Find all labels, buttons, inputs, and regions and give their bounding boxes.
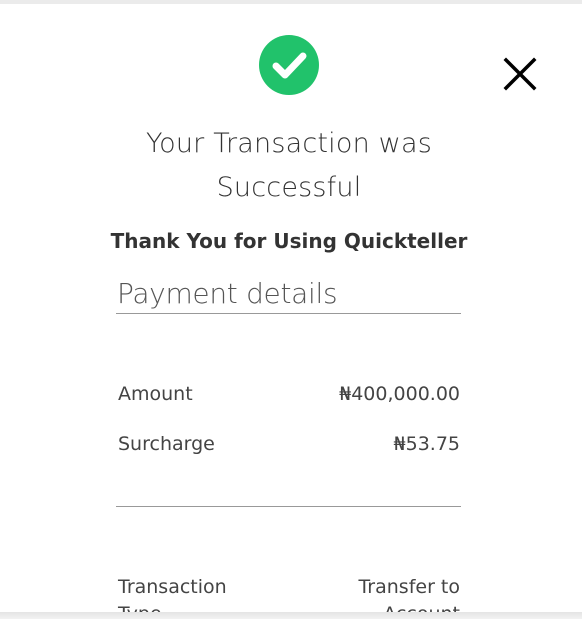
transaction-type-value: Transfer to Account	[358, 576, 460, 615]
page-title: Your Transaction was Successful	[146, 128, 432, 203]
amount-value: ₦400,000.00	[339, 383, 460, 405]
surcharge-label: Surcharge	[118, 433, 215, 455]
check-circle-icon	[259, 35, 319, 95]
scroll-shadow	[0, 612, 582, 619]
thank-you-message: Thank You for Using Quickteller	[110, 229, 468, 253]
divider	[116, 313, 461, 314]
transaction-type-label: Transaction Type	[118, 576, 227, 615]
surcharge-value: ₦53.75	[393, 433, 460, 455]
amount-label: Amount	[118, 383, 193, 405]
divider	[116, 506, 461, 507]
close-icon[interactable]	[502, 56, 538, 92]
transaction-success-modal: Your Transaction was Successful Thank Yo…	[0, 4, 582, 615]
payment-details-heading: Payment details	[117, 277, 338, 310]
